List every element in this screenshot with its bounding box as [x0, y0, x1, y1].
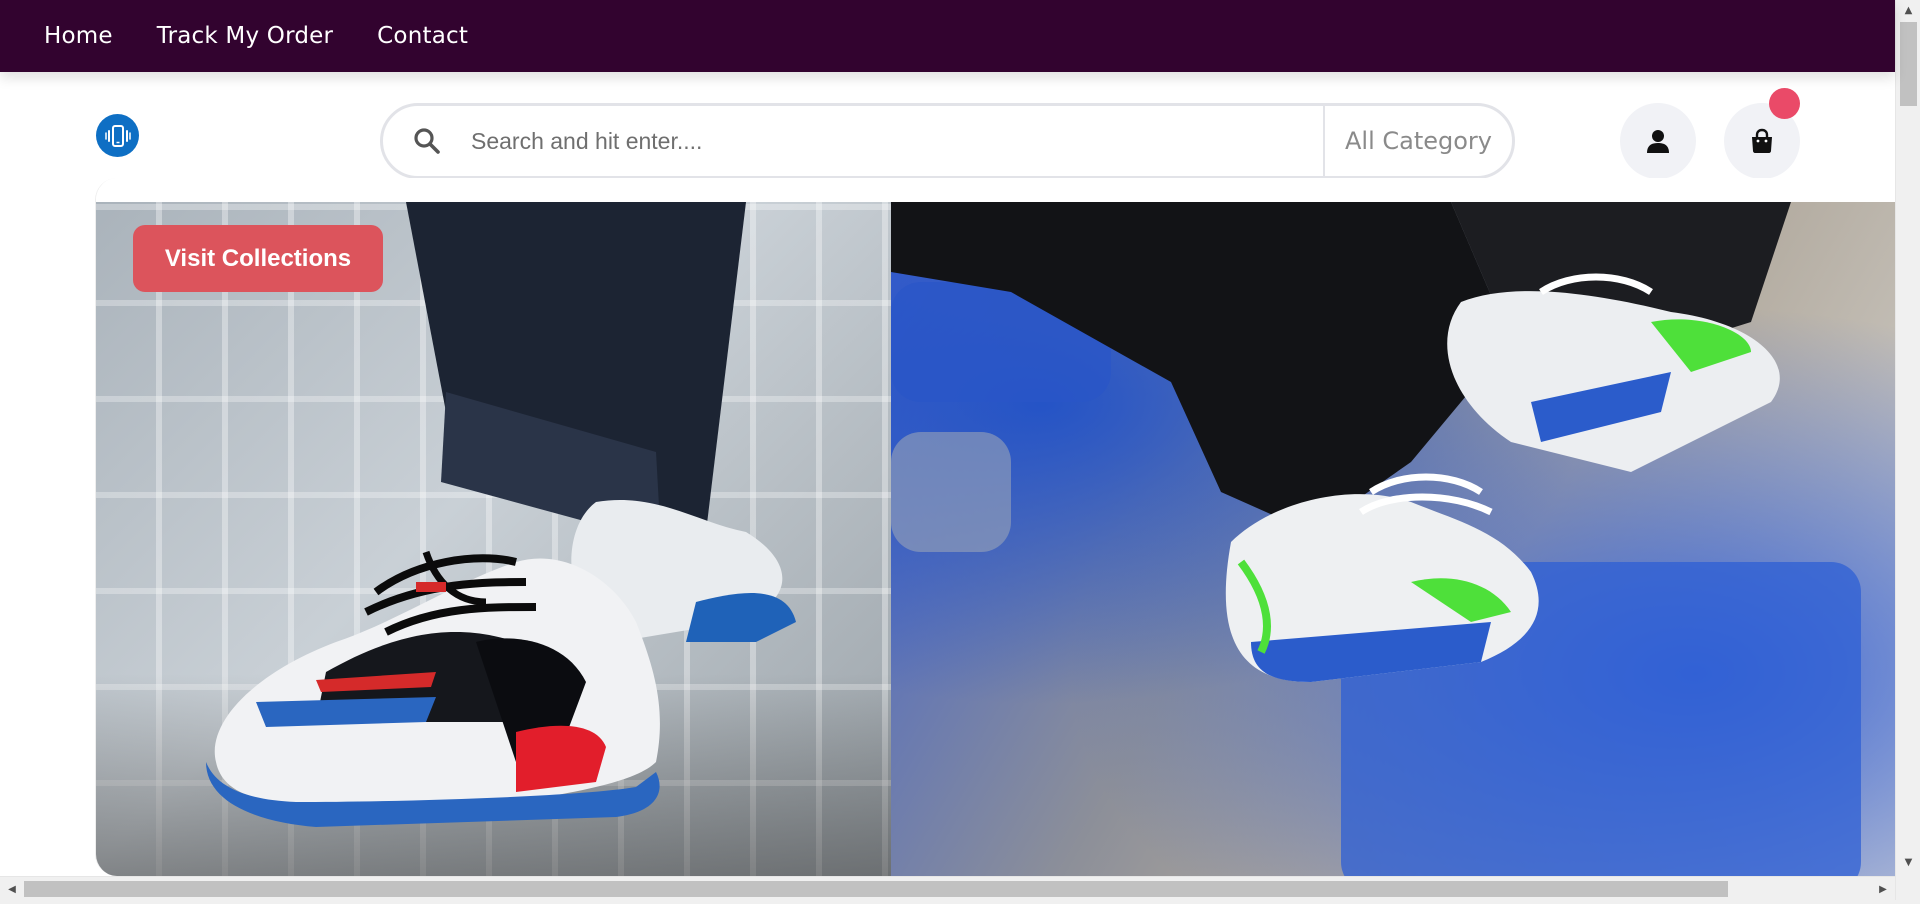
search-icon[interactable]: [383, 106, 471, 176]
hero-banner: Visit Collections: [95, 178, 1895, 876]
shopping-bag-icon: [1752, 128, 1772, 153]
scroll-left-arrow-icon[interactable]: ◀: [2, 877, 22, 901]
phone-vibrate-icon: [104, 124, 131, 147]
sneaker-photo-left: [206, 202, 796, 827]
hero-image-right: [891, 202, 1895, 876]
horizontal-scroll-thumb[interactable]: [24, 881, 1728, 897]
visit-collections-button[interactable]: Visit Collections: [133, 225, 383, 292]
scroll-down-arrow-icon[interactable]: ▼: [1896, 852, 1920, 872]
user-icon: [1647, 130, 1669, 153]
nav-contact-link[interactable]: Contact: [377, 23, 468, 49]
vertical-scroll-thumb[interactable]: [1900, 22, 1917, 106]
category-select[interactable]: All Category: [1322, 106, 1512, 176]
top-navigation: Home Track My Order Contact: [0, 0, 1895, 72]
hero-top-strip: [96, 178, 1895, 202]
scroll-right-arrow-icon[interactable]: ▶: [1873, 877, 1893, 901]
window-bottom-edge: [0, 900, 1920, 904]
account-button[interactable]: [1620, 103, 1696, 179]
search-bar: All Category: [380, 103, 1515, 179]
hero-image-left: [96, 202, 891, 876]
nav-home-link[interactable]: Home: [44, 23, 113, 49]
page: Home Track My Order Contact All Category: [0, 0, 1920, 904]
cart-count-badge: [1769, 88, 1800, 119]
site-logo[interactable]: [96, 114, 139, 157]
scroll-up-arrow-icon[interactable]: ▲: [1896, 0, 1920, 20]
vertical-scrollbar[interactable]: ▲ ▼: [1895, 0, 1920, 904]
search-input[interactable]: [471, 111, 1323, 171]
sneaker-photo-right: [891, 202, 1861, 876]
horizontal-scrollbar[interactable]: ◀ ▶: [0, 876, 1895, 900]
nav-track-order-link[interactable]: Track My Order: [157, 23, 333, 49]
